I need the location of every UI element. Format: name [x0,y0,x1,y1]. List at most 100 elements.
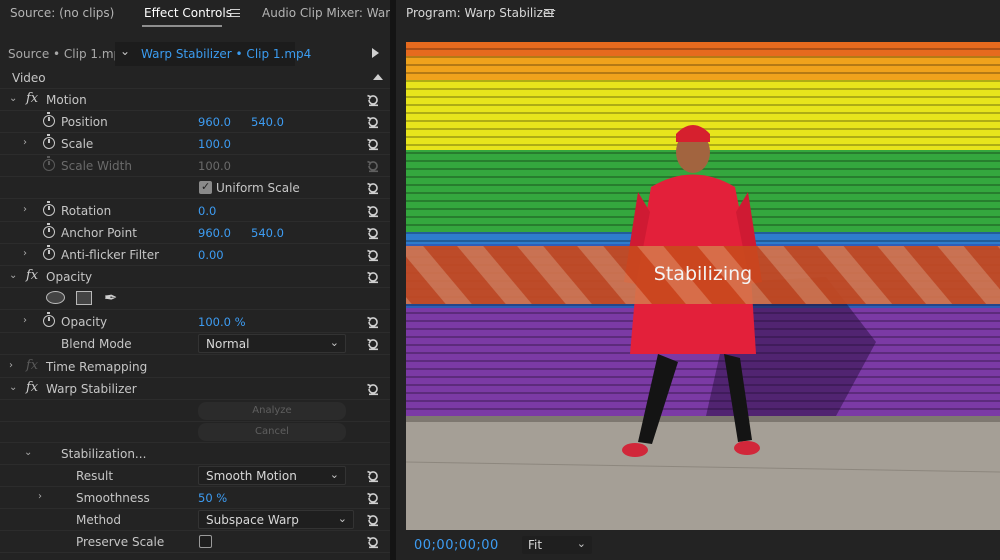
scale-value[interactable]: 100.0 [198,137,231,151]
collapse-up-icon[interactable] [373,74,383,80]
panel-menu-icon[interactable] [544,9,554,17]
param-label: Anti-flicker Filter [61,248,160,262]
reset-icon[interactable] [366,180,380,195]
reset-icon[interactable] [366,490,380,505]
twirl-closed-icon[interactable]: › [23,137,27,148]
param-label: Opacity [61,315,108,329]
tab-source[interactable]: Source: (no clips) [10,6,114,20]
pen-mask-icon[interactable]: ✒ [104,288,117,307]
twirl-closed-icon[interactable]: › [9,360,13,371]
effect-motion[interactable]: ⌄ fx Motion [0,89,390,111]
blend-mode-dropdown[interactable]: Normal ⌄ [198,334,346,353]
twirl-open-icon[interactable]: ⌄ [24,447,32,458]
stopwatch-icon[interactable] [43,312,55,327]
play-icon[interactable] [372,48,379,58]
param-result: Result Smooth Motion ⌄ [0,465,390,487]
twirl-open-icon[interactable]: ⌄ [9,270,17,281]
stopwatch-icon[interactable] [43,112,55,127]
effect-time-remapping[interactable]: › fx Time Remapping [0,356,390,378]
scale-width-value: 100.0 [198,159,231,173]
group-stabilization[interactable]: ⌄ Stabilization... [0,443,390,465]
method-dropdown[interactable]: Subspace Warp ⌄ [198,510,354,529]
program-monitor-title[interactable]: Program: Warp Stabilizer [406,6,555,20]
stopwatch-icon[interactable] [43,134,55,149]
anti-flicker-value[interactable]: 0.00 [198,248,224,262]
stabilizing-overlay: Stabilizing [653,263,753,285]
reset-icon[interactable] [366,534,380,549]
left-tab-bar: Source: (no clips) Effect Controls Audio… [0,0,409,28]
param-label: Preserve Scale [76,535,165,549]
twirl-closed-icon[interactable]: › [23,248,27,259]
fx-icon[interactable]: fx [26,268,38,283]
dropdown-value: Fit [528,538,543,552]
preserve-scale-checkbox[interactable] [199,535,212,548]
param-label: Method [76,513,122,527]
twirl-open-icon[interactable]: ⌄ [9,382,17,393]
reset-icon[interactable] [366,247,380,262]
opacity-value[interactable]: 100.0 % [198,315,246,329]
reset-icon[interactable] [366,136,380,151]
param-anchor-point: Anchor Point 960.0 540.0 [0,222,390,244]
stopwatch-icon[interactable] [43,245,55,260]
rectangle-mask-icon[interactable] [76,291,92,305]
stopwatch-icon[interactable] [43,201,55,216]
reset-icon[interactable] [366,314,380,329]
twirl-open-icon[interactable]: ⌄ [9,93,17,104]
twirl-closed-icon[interactable]: › [38,491,42,502]
param-label: Rotation [61,204,112,218]
result-dropdown[interactable]: Smooth Motion ⌄ [198,466,346,485]
ellipse-mask-icon[interactable] [46,291,65,304]
reset-icon[interactable] [366,92,380,107]
effect-opacity[interactable]: ⌄ fx Opacity [0,266,390,288]
reset-icon[interactable] [366,512,380,527]
reset-icon [366,158,380,173]
analyze-row: Analyze [0,400,390,422]
param-scale-width: Scale Width 100.0 [0,155,390,177]
rotation-value[interactable]: 0.0 [198,204,216,218]
position-y-value[interactable]: 540.0 [251,115,284,129]
position-x-value[interactable]: 960.0 [198,115,231,129]
reset-icon[interactable] [366,269,380,284]
effect-controls-panel: Source: (no clips) Effect Controls Audio… [0,0,409,560]
dropdown-value: Subspace Warp [206,513,299,527]
param-label: Smoothness [76,491,150,505]
active-clip-label[interactable]: Warp Stabilizer • Clip 1.mp4 [141,47,311,61]
cancel-row: Cancel [0,421,390,443]
param-uniform-scale: Uniform Scale [0,177,390,199]
param-method: Method Subspace Warp ⌄ [0,509,390,531]
reset-icon[interactable] [366,114,380,129]
fx-icon[interactable]: fx [26,91,38,106]
reset-icon[interactable] [366,468,380,483]
program-monitor-panel: Program: Warp Stabilizer Stabilizing 00;… [396,0,1000,560]
effect-name: Warp Stabilizer [46,382,137,396]
clip-selector-bar: Source • Clip 1.mp4 ⌄ Warp Stabilizer • … [0,42,390,66]
effect-name: Opacity [46,270,93,284]
reset-icon[interactable] [366,203,380,218]
uniform-scale-checkbox[interactable] [199,180,212,194]
chevron-down-icon[interactable]: ⌄ [120,44,130,58]
playhead-timecode[interactable]: 00;00;00;00 [414,538,499,553]
smoothness-value[interactable]: 50 % [198,491,227,505]
reset-icon[interactable] [366,225,380,240]
panel-menu-icon[interactable] [230,9,240,17]
twirl-closed-icon[interactable]: › [23,315,27,326]
cancel-button[interactable]: Cancel [198,423,346,441]
source-clip-label[interactable]: Source • Clip 1.mp4 [8,47,129,61]
param-label: Blend Mode [61,337,132,351]
effect-warp-stabilizer[interactable]: ⌄ fx Warp Stabilizer [0,378,390,400]
tab-effect-controls[interactable]: Effect Controls [144,6,232,20]
tab-audio-clip-mixer[interactable]: Audio Clip Mixer: Warp S [262,6,409,20]
zoom-level-dropdown[interactable]: Fit ⌄ [522,536,592,554]
reset-icon[interactable] [366,336,380,351]
fx-icon[interactable]: fx [26,380,38,395]
anchor-x-value[interactable]: 960.0 [198,226,231,240]
analyze-button[interactable]: Analyze [198,402,346,420]
param-label: Position [61,115,108,129]
anchor-y-value[interactable]: 540.0 [251,226,284,240]
stopwatch-icon[interactable] [43,223,55,238]
param-smoothness: › Smoothness 50 % [0,487,390,509]
twirl-closed-icon[interactable]: › [23,204,27,215]
program-viewer[interactable]: Stabilizing [406,42,1000,530]
reset-icon[interactable] [366,381,380,396]
stopwatch-icon [43,156,55,171]
